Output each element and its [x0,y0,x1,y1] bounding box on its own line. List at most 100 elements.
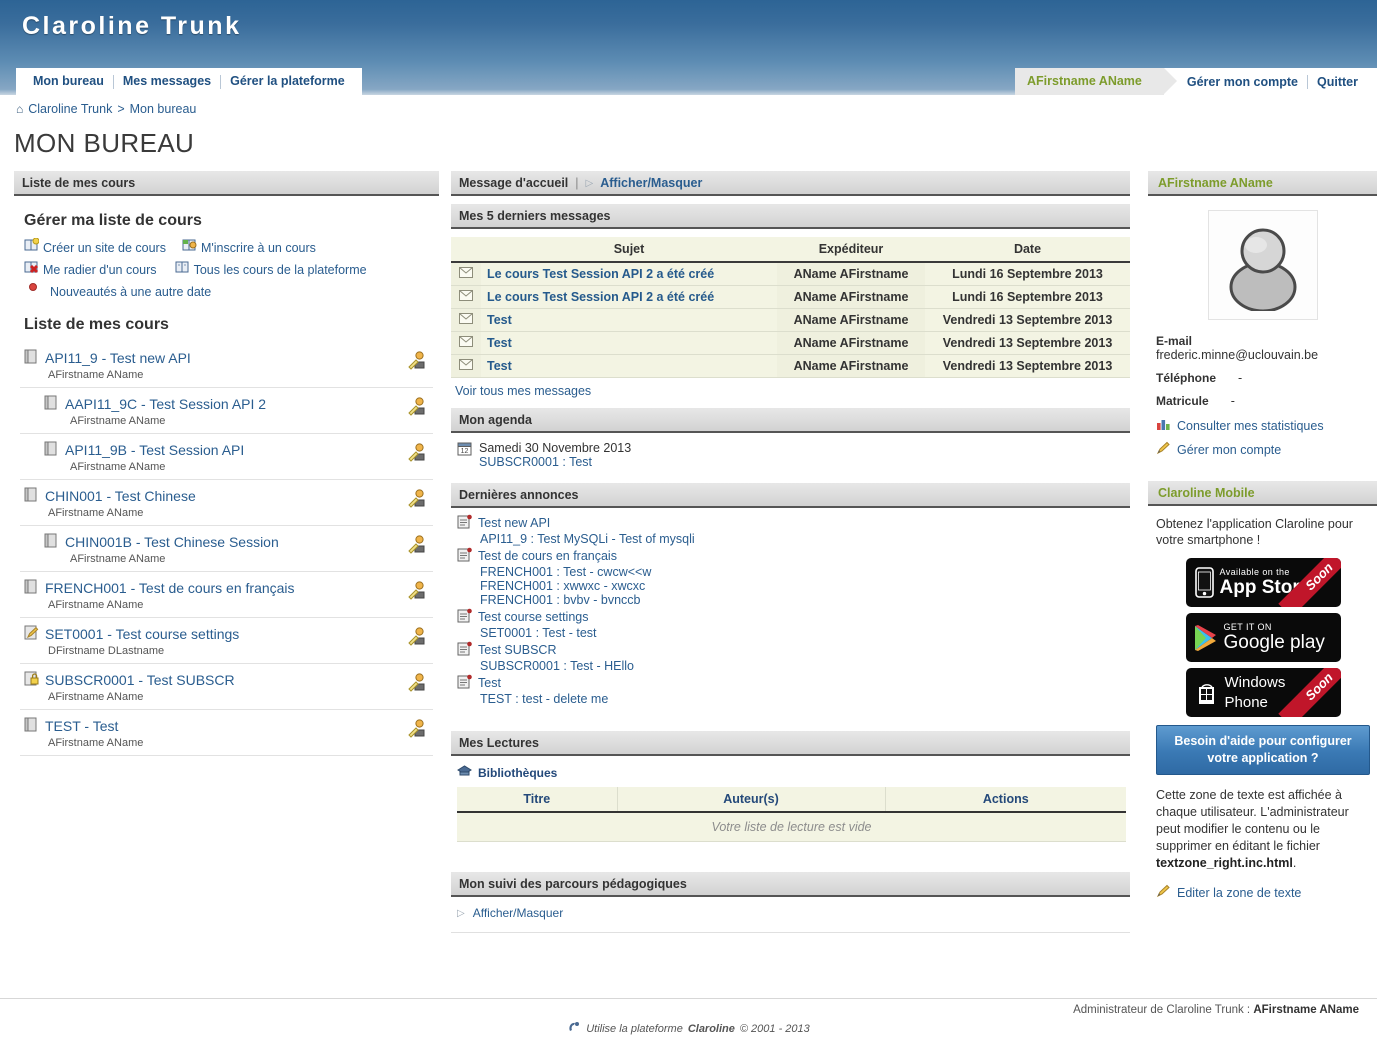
lectures-body: Bibliothèques Titre Auteur(s) Actions Vo… [451,756,1130,872]
course-icon [44,395,59,413]
course-link[interactable]: TEST - Test [45,718,118,734]
current-user-tab[interactable]: AFirstname AName [1015,68,1164,95]
course-row[interactable]: SUBSCR0001 - Test SUBSCRAFirstname AName [20,664,433,710]
annonce-course-link[interactable]: Test new API [478,516,550,530]
breadcrumb-current[interactable]: Mon bureau [130,102,197,116]
edit-zone-link[interactable]: Editer la zone de texte [1177,886,1301,900]
message-row[interactable]: Le cours Test Session API 2 a été crééAN… [451,286,1130,309]
message-subject-link[interactable]: Le cours Test Session API 2 a été créé [487,290,714,304]
phone-value: - [1238,371,1242,385]
matricule-label: Matricule [1156,394,1209,408]
user-navigation: AFirstname AName Gérer mon compte Quitte… [1015,68,1377,95]
course-row[interactable]: CHIN001B - Test Chinese SessionAFirstnam… [20,526,433,572]
course-row[interactable]: CHIN001 - Test ChineseAFirstname AName [20,480,433,526]
course-tutor-icon[interactable] [408,489,427,511]
course-lock-icon [24,671,39,689]
course-link[interactable]: CHIN001B - Test Chinese Session [65,534,279,550]
annonce-group: Test course settings SET0001 : Test - tes… [457,608,1126,640]
course-tutor-icon[interactable] [408,627,427,649]
annonce-course-link[interactable]: Test [478,676,501,690]
see-all-messages-link[interactable]: Voir tous mes messages [455,384,591,398]
course-row[interactable]: FRENCH001 - Test de cours en françaisAFi… [20,572,433,618]
annonce-line-link[interactable]: SET0001 : Test - test [480,626,597,640]
course-tutor-icon[interactable] [408,443,427,465]
course-link[interactable]: API11_9 - Test new API [45,350,191,366]
course-code: API11_9 [45,350,98,366]
footer-admin-label: Administrateur de Claroline Trunk : [1073,1004,1253,1016]
message-subject-link[interactable]: Test [487,313,512,327]
annonce-course-link[interactable]: Test SUBSCR [478,643,557,657]
app-store-badge[interactable]: Available on the App Store Soon [1186,558,1341,607]
annonce-line-link[interactable]: API11_9 : Test MySQLi - Test of mysqli [480,532,695,546]
course-line: SUBSCR0001 - Test SUBSCR [24,671,429,689]
course-icon [44,533,59,551]
nav-gerer-mon-compte[interactable]: Gérer mon compte [1178,75,1307,89]
messages-section-title: Mes 5 derniers messages [451,204,1130,229]
course-link[interactable]: FRENCH001 - Test de cours en français [45,580,295,596]
manage-courses-title: Gérer ma liste de cours [24,212,433,230]
course-row[interactable]: API11_9 - Test new APIAFirstname AName [20,342,433,388]
link-minscrire-cours[interactable]: M'inscrire à un cours [201,238,316,258]
annonce-course-link[interactable]: Test course settings [478,610,588,624]
site-title: Claroline Trunk [22,12,241,41]
help-configure-button[interactable]: Besoin d'aide pour configurer votre appl… [1156,725,1370,775]
nav-gerer-la-plateforme[interactable]: Gérer la plateforme [221,68,354,95]
message-row[interactable]: Le cours Test Session API 2 a été crééAN… [451,262,1130,286]
stats-link[interactable]: Consulter mes statistiques [1177,419,1324,433]
course-row[interactable]: TEST - TestAFirstname AName [20,710,433,756]
nav-quitter[interactable]: Quitter [1308,75,1367,89]
course-link[interactable]: SET0001 - Test course settings [45,626,239,642]
course-tutor-icon[interactable] [408,535,427,557]
course-row[interactable]: AAPI11_9C - Test Session API 2AFirstname… [20,388,433,434]
message-subject-link[interactable]: Le cours Test Session API 2 a été créé [487,267,714,281]
windows-phone-large: Phone [1225,693,1286,713]
course-code: TEST [45,718,81,734]
nav-mes-messages[interactable]: Mes messages [114,68,220,95]
annonce-line-link[interactable]: TEST : test - delete me [480,692,608,706]
message-subject-link[interactable]: Test [487,336,512,350]
annonce-group: Test TEST : test - delete me [457,674,1126,706]
course-code: API11_9B [65,442,127,458]
course-line: SET0001 - Test course settings [24,625,429,643]
course-link[interactable]: SUBSCR0001 - Test SUBSCR [45,672,235,688]
message-row[interactable]: TestAName AFirstnameVendredi 13 Septembr… [451,309,1130,332]
nav-mon-bureau[interactable]: Mon bureau [24,68,113,95]
link-tous-cours-plateforme[interactable]: Tous les cours de la plateforme [194,260,367,280]
course-tutor-icon[interactable] [408,351,427,373]
message-subject-link[interactable]: Test [487,359,512,373]
windows-store-icon [1195,680,1219,706]
welcome-toggle-link[interactable]: Afficher/Masquer [600,176,702,190]
course-link[interactable]: AAPI11_9C - Test Session API 2 [65,396,266,412]
course-tutor-icon[interactable] [408,719,427,741]
footer-admin: Administrateur de Claroline Trunk : AFir… [0,999,1377,1016]
course-icon [24,349,39,367]
course-link[interactable]: API11_9B - Test Session API [65,442,244,458]
bibliotheques-link[interactable]: Bibliothèques [478,766,557,780]
link-creer-site-cours[interactable]: Créer un site de cours [43,238,166,258]
link-me-radier-cours[interactable]: Me radier d'un cours [43,260,157,280]
annonce-line-link[interactable]: FRENCH001 : Test - cwcw<<w [480,565,651,579]
course-row[interactable]: API11_9B - Test Session APIAFirstname AN… [20,434,433,480]
message-row[interactable]: TestAName AFirstnameVendredi 13 Septembr… [451,332,1130,355]
annonce-course-link[interactable]: Test de cours en français [478,549,617,563]
annonce-line-link[interactable]: FRENCH001 : bvbv - bvnccb [480,593,640,607]
windows-phone-badge[interactable]: Windows Phone Soon [1186,668,1341,717]
google-play-badge[interactable]: GET IT ON Google play [1186,613,1341,662]
message-row[interactable]: TestAName AFirstnameVendredi 13 Septembr… [451,355,1130,378]
agenda-entry-link[interactable]: SUBSCR0001 : Test [479,455,592,469]
stats-link-row: Consulter mes statistiques [1156,417,1370,434]
account-link[interactable]: Gérer mon compte [1177,443,1281,457]
course-row[interactable]: SET0001 - Test course settingsDFirstname… [20,618,433,664]
course-tutor-icon[interactable] [408,397,427,419]
breadcrumb-root[interactable]: Claroline Trunk [28,102,112,116]
course-tutor-icon[interactable] [408,581,427,603]
suivi-toggle-link[interactable]: Afficher/Masquer [473,906,564,920]
link-nouveautes-autre-date[interactable]: Nouveautés à une autre date [50,282,211,302]
book-delete-icon [24,260,39,280]
course-link[interactable]: CHIN001 - Test Chinese [45,488,196,504]
course-name: Test Chinese [115,488,196,504]
annonce-line-link[interactable]: SUBSCR0001 : Test - HEllo [480,659,634,673]
course-tutor-icon[interactable] [408,673,427,695]
course-name: Test course settings [116,626,240,642]
annonce-line-link[interactable]: FRENCH001 : xwwxc - xwcxc [480,579,645,593]
